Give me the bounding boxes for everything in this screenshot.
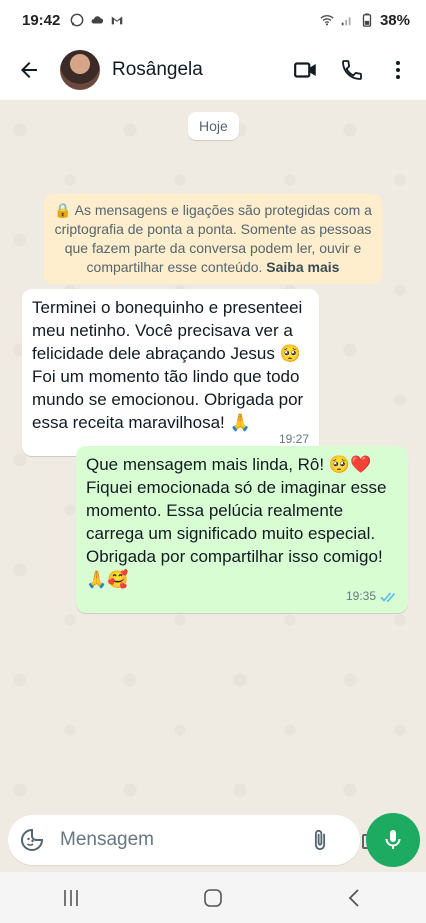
recent-apps-button[interactable] [51,878,91,918]
learn-more-link[interactable]: Saiba mais [266,259,339,275]
gmail-icon [112,16,123,25]
home-icon [204,888,222,907]
home-button[interactable] [193,878,233,918]
nav-back-button[interactable] [335,878,375,918]
cloud-icon [91,16,104,24]
more-vert-icon [396,61,400,79]
voice-message-button[interactable] [366,813,420,867]
whatsapp-icon [70,13,84,27]
outgoing-message[interactable]: Que mensagem mais linda, Rô! 🥺❤️ Fiquei … [76,446,408,613]
encryption-notice[interactable]: 🔒 As mensagens e ligações são protegidas… [44,194,382,284]
status-bar: 19:42 38% [0,0,426,40]
mic-icon [385,830,401,849]
back-button[interactable] [4,45,54,95]
avatar[interactable] [60,50,100,90]
sticker-button[interactable] [20,827,44,853]
date-chip: Hoje [188,112,239,140]
incoming-message[interactable]: Terminei o bonequinho e presenteei meu n… [22,289,319,456]
signal-icon [341,17,351,26]
message-text: Que mensagem mais linda, Rô! 🥺❤️ Fiquei … [86,455,387,589]
message-input[interactable] [58,828,307,852]
wifi-icon [320,15,334,26]
message-composer [8,815,382,865]
attach-icon [314,829,326,851]
more-options-button[interactable] [384,56,412,84]
voice-call-button[interactable] [338,56,366,84]
read-ticks-icon [380,591,396,602]
system-navbar [0,872,426,923]
battery-icon [362,13,372,27]
attach-button[interactable] [307,827,333,853]
recent-apps-icon [64,889,78,906]
chat-area[interactable]: Hoje 🔒 As mensagens e ligações são prote… [0,100,426,812]
sticker-icon [21,828,44,851]
contact-name[interactable]: Rosângela [112,59,203,81]
video-call-icon [294,62,316,78]
battery-percent: 38% [379,11,410,29]
back-icon [348,888,359,907]
message-text: Terminei o bonequinho e presenteei meu n… [32,298,304,432]
back-arrow-icon [21,62,37,78]
chat-header: Rosângela [0,40,426,100]
message-time: 19:35 [345,589,376,603]
video-call-button[interactable] [292,56,320,84]
phone-icon [342,60,362,80]
status-time: 19:42 [22,11,61,29]
